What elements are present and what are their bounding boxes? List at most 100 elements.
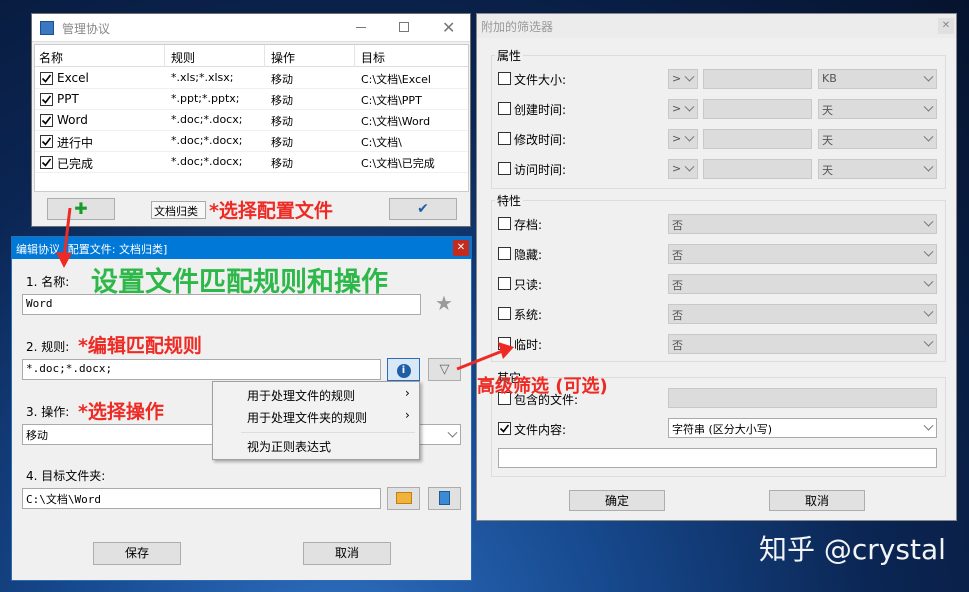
table-row[interactable]: PPT *.ppt;*.pptx; 移动 C:\文档\PPT: [35, 89, 468, 110]
star-icon[interactable]: ★: [435, 291, 453, 315]
attribute-checkbox[interactable]: [498, 72, 511, 85]
info-icon: i: [396, 364, 411, 378]
minimize-icon[interactable]: [356, 27, 366, 28]
attribute-value-input[interactable]: [703, 69, 812, 89]
rule-info-button[interactable]: i: [387, 358, 420, 381]
close-icon[interactable]: ✕: [442, 18, 455, 37]
row-action: 移动: [271, 94, 293, 107]
target-folder-input[interactable]: C:\文档\Word: [22, 488, 381, 509]
row-enabled-checkbox[interactable]: [40, 156, 53, 169]
attribute-unit-select[interactable]: KB: [818, 69, 937, 89]
row-name: 进行中: [57, 136, 94, 150]
additional-filter-window: 附加的筛选器 ✕ 属性 文件大小: > KB 创建时间: > 天修改时间: > 天访问时间: >…: [476, 13, 957, 521]
annotation-advanced-filter: 高级筛选 (可选): [477, 376, 608, 397]
menu-item-folder-rules[interactable]: 用于处理文件夹的规则 ›: [215, 407, 417, 427]
property-value-select[interactable]: 否: [668, 304, 937, 324]
checkmark-icon: [41, 116, 52, 125]
file-content-checkbox[interactable]: [498, 422, 511, 435]
col-header-name[interactable]: 名称: [39, 49, 63, 66]
menu-separator: [241, 432, 415, 433]
property-label: 系统:: [514, 308, 543, 322]
edit-window-title: 编辑协议 [配置文件: 文档归类]: [16, 243, 168, 256]
ok-button[interactable]: 确定: [569, 490, 665, 511]
col-header-target[interactable]: 目标: [361, 49, 385, 66]
col-header-action[interactable]: 操作: [271, 49, 295, 66]
file-content-mode-select[interactable]: 字符串 (区分大小写): [668, 418, 937, 438]
table-row[interactable]: 已完成 *.doc;*.docx; 移动 C:\文档\已完成: [35, 152, 468, 173]
open-folder-button[interactable]: [428, 487, 461, 510]
attribute-label: 文件大小:: [514, 73, 567, 87]
attribute-operator-select[interactable]: >: [668, 69, 698, 89]
attribute-label: 创建时间:: [514, 103, 567, 117]
attribute-operator-select[interactable]: >: [668, 129, 698, 149]
manage-titlebar: 管理协议 ✕: [32, 14, 470, 42]
property-value-select[interactable]: 否: [668, 274, 937, 294]
profile-select[interactable]: 文档归类: [151, 201, 206, 219]
chevron-down-icon: [923, 246, 934, 257]
attribute-value-input[interactable]: [703, 129, 812, 149]
property-checkbox[interactable]: [498, 307, 511, 320]
property-checkbox[interactable]: [498, 247, 511, 260]
row-target: C:\文档\Word: [361, 115, 431, 128]
manage-rules-window: 管理协议 ✕ 名称 规则 操作 目标 Excel *.xls;*.xlsx; 移动 C…: [31, 13, 471, 227]
save-button[interactable]: 保存: [93, 542, 181, 565]
table-header: 名称 规则 操作 目标: [35, 45, 468, 67]
attribute-unit-select[interactable]: 天: [818, 129, 937, 149]
attribute-unit-select[interactable]: 天: [818, 159, 937, 179]
property-label: 存档:: [514, 218, 543, 232]
add-rule-button[interactable]: ✚: [47, 198, 115, 220]
row-rule: *.doc;*.docx;: [171, 134, 243, 147]
contains-files-input[interactable]: [668, 388, 937, 408]
chevron-down-icon: [684, 71, 695, 82]
close-icon[interactable]: ✕: [453, 240, 469, 256]
attribute-operator-select[interactable]: >: [668, 99, 698, 119]
table-row[interactable]: Word *.doc;*.docx; 移动 C:\文档\Word: [35, 110, 468, 131]
property-value-select[interactable]: 否: [668, 214, 937, 234]
rule-context-menu: 用于处理文件的规则 › 用于处理文件夹的规则 › 视为正则表达式: [212, 381, 420, 460]
row-enabled-checkbox[interactable]: [40, 114, 53, 127]
chevron-down-icon: [684, 161, 695, 172]
menu-item-file-rules[interactable]: 用于处理文件的规则 ›: [215, 385, 417, 405]
checkmark-icon: [499, 424, 510, 433]
filter-window-title: 附加的筛选器: [481, 20, 554, 34]
row-action: 移动: [271, 136, 293, 149]
chevron-down-icon: [684, 131, 695, 142]
rule-input[interactable]: *.doc;*.docx;: [22, 359, 381, 380]
browse-folder-button[interactable]: [387, 487, 420, 510]
row-rule: *.doc;*.docx;: [171, 113, 243, 126]
chevron-down-icon: [923, 276, 934, 287]
menu-item-regex[interactable]: 视为正则表达式: [215, 436, 417, 456]
table-row[interactable]: Excel *.xls;*.xlsx; 移动 C:\文档\Excel: [35, 68, 468, 89]
row-action: 移动: [271, 115, 293, 128]
attribute-operator-select[interactable]: >: [668, 159, 698, 179]
row-name: 已完成: [57, 157, 94, 171]
annotation-choose-action: *选择操作: [78, 401, 164, 423]
attribute-checkbox[interactable]: [498, 102, 511, 115]
confirm-button[interactable]: ✔: [389, 198, 457, 220]
close-icon[interactable]: ✕: [938, 18, 954, 34]
checkmark-icon: [41, 137, 52, 146]
property-checkbox[interactable]: [498, 277, 511, 290]
attribute-value-input[interactable]: [703, 99, 812, 119]
property-value-select[interactable]: 否: [668, 334, 937, 354]
plus-icon: ✚: [74, 199, 88, 218]
row-enabled-checkbox[interactable]: [40, 135, 53, 148]
maximize-icon[interactable]: [399, 22, 409, 32]
attribute-value-input[interactable]: [703, 159, 812, 179]
attribute-unit-select[interactable]: 天: [818, 99, 937, 119]
filter-cancel-button[interactable]: 取消: [769, 490, 865, 511]
table-row[interactable]: 进行中 *.doc;*.docx; 移动 C:\文档\: [35, 131, 468, 152]
property-checkbox[interactable]: [498, 337, 511, 350]
row-enabled-checkbox[interactable]: [40, 72, 53, 85]
property-value-select[interactable]: 否: [668, 244, 937, 264]
col-header-rule[interactable]: 规则: [171, 49, 195, 66]
chevron-right-icon: ›: [405, 408, 410, 422]
filter-button[interactable]: ▽: [428, 358, 461, 381]
cancel-button[interactable]: 取消: [303, 542, 391, 565]
file-content-input[interactable]: [498, 448, 937, 468]
property-checkbox[interactable]: [498, 217, 511, 230]
row-enabled-checkbox[interactable]: [40, 93, 53, 106]
checkmark-icon: [41, 74, 52, 83]
attribute-checkbox[interactable]: [498, 162, 511, 175]
attribute-checkbox[interactable]: [498, 132, 511, 145]
